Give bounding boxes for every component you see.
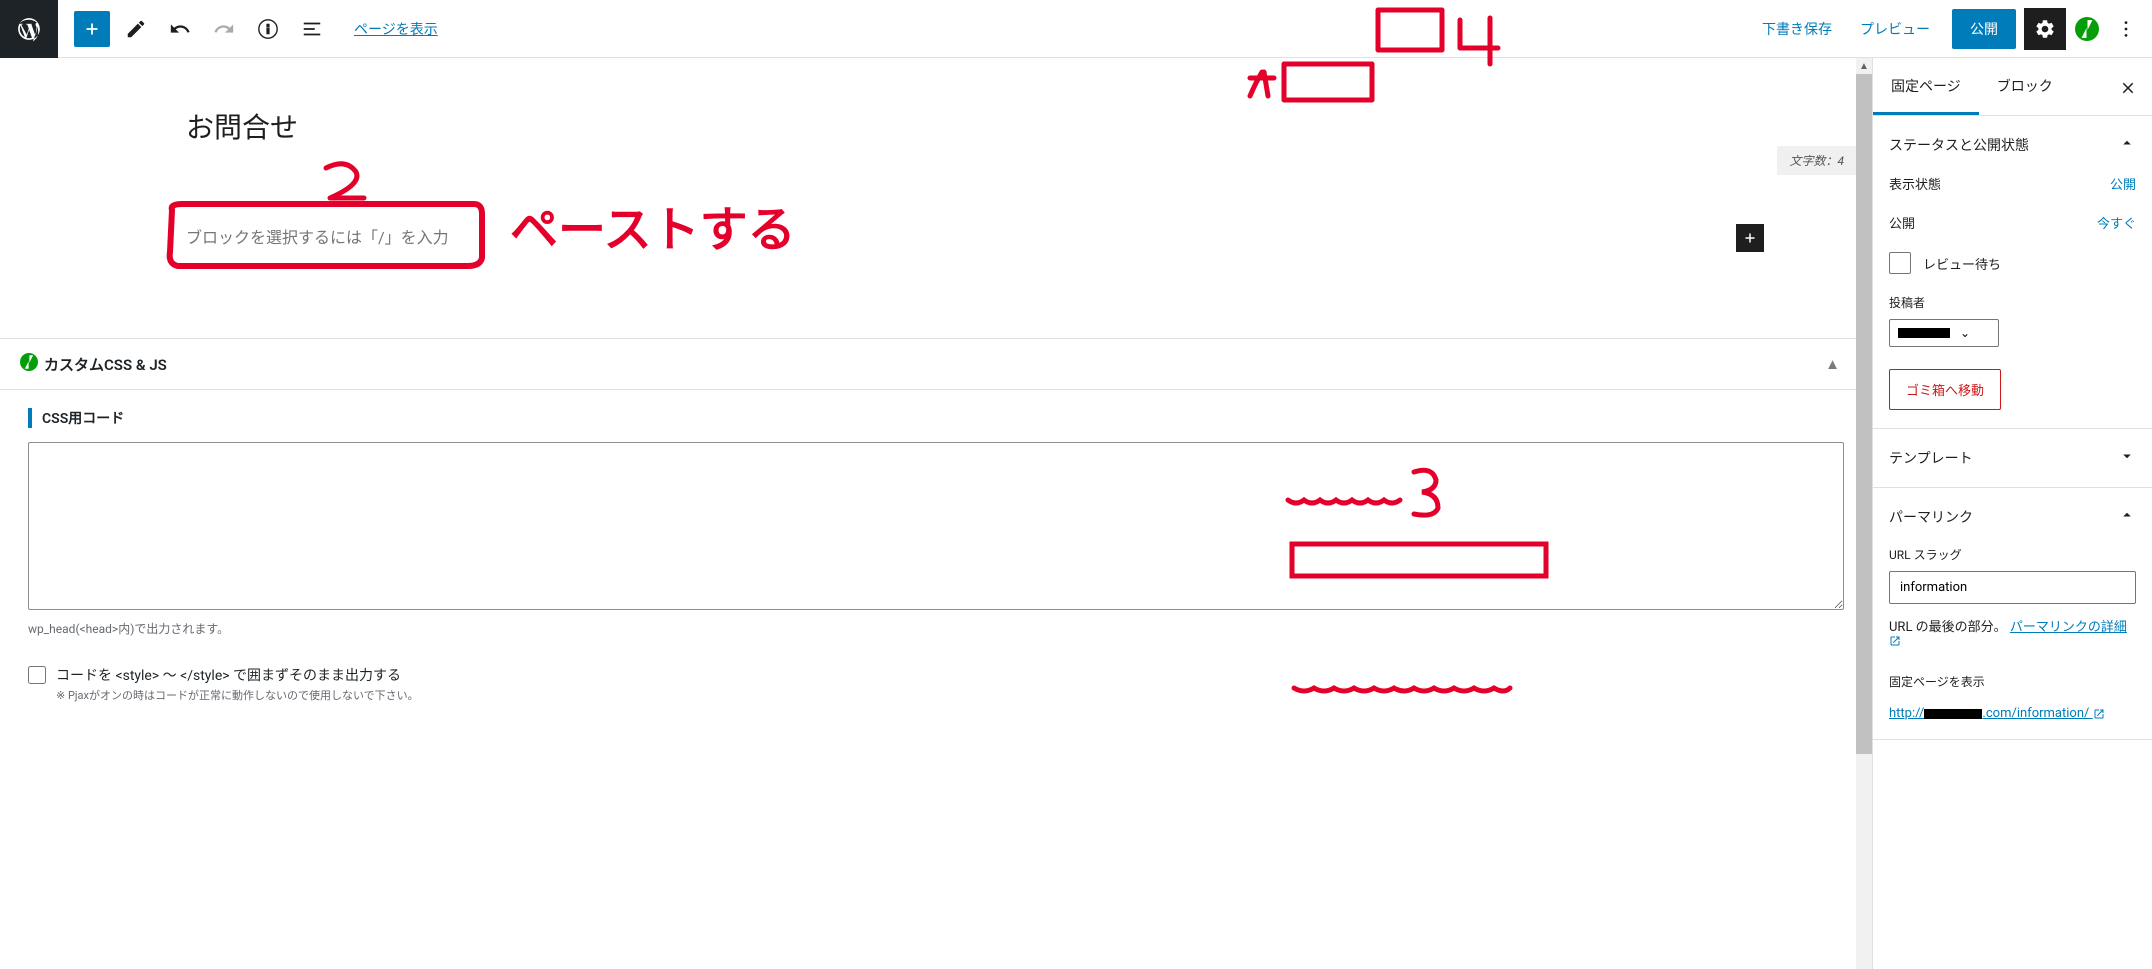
raw-output-note: ※ Pjaxがオンの時はコードが正常に動作しないので使用しないで下さい。	[56, 687, 419, 703]
css-code-label: CSS用コード	[28, 408, 1844, 428]
permalink-panel-body: URL スラッグ URL の最後の部分。 パーマリンクの詳細 固定ページを表示 …	[1873, 546, 2152, 739]
publish-value[interactable]: 今すぐ	[2097, 213, 2136, 232]
info-button[interactable]	[250, 11, 286, 47]
external-link-icon	[1889, 636, 1901, 651]
publish-button[interactable]: 公開	[1952, 9, 2016, 49]
visibility-label: 表示状態	[1889, 174, 1941, 193]
word-count-badge: 文字数：4	[1777, 146, 1856, 175]
add-block-inline-button[interactable]	[1736, 224, 1764, 252]
author-name-redacted	[1898, 328, 1950, 338]
tab-page[interactable]: 固定ページ	[1873, 58, 1979, 115]
view-page-label: 固定ページを表示	[1889, 673, 2136, 690]
sidebar-close-button[interactable]	[2114, 74, 2142, 102]
chevron-down-icon	[2118, 447, 2136, 469]
view-page-link[interactable]: ページを表示	[354, 19, 438, 39]
permalink-panel-header[interactable]: パーマリンク	[1873, 488, 2152, 546]
main-area: 文字数：4 お問合せ ブロックを選択するには「/」を入力 カスタムCSS & J…	[0, 58, 2152, 969]
permalink-url[interactable]: http://.com/information/	[1889, 706, 2136, 721]
slug-help-text: URL の最後の部分。	[1889, 620, 2010, 635]
undo-button[interactable]	[162, 11, 198, 47]
url-slug-input[interactable]	[1889, 571, 2136, 604]
more-options-button[interactable]	[2108, 8, 2144, 50]
pending-review-label: レビュー待ち	[1923, 254, 2001, 273]
metabox-title: カスタムCSS & JS	[44, 354, 167, 375]
template-panel: テンプレート	[1873, 429, 2152, 488]
visibility-value[interactable]: 公開	[2110, 174, 2136, 193]
metabox-header[interactable]: カスタムCSS & JS ▲	[0, 339, 1872, 390]
wordpress-logo[interactable]	[0, 0, 58, 58]
chevron-up-icon	[2118, 506, 2136, 528]
status-panel-title: ステータスと公開状態	[1889, 135, 2029, 155]
settings-button[interactable]	[2024, 8, 2066, 50]
author-select[interactable]: ⌄	[1889, 319, 1999, 347]
metabox-collapse-icon[interactable]: ▲	[1825, 355, 1840, 373]
toolbar-right: 下書き保存 プレビュー 公開	[1748, 8, 2144, 50]
author-label: 投稿者	[1889, 294, 2136, 311]
jetpack-icon	[20, 353, 38, 375]
status-panel-header[interactable]: ステータスと公開状態	[1873, 116, 2152, 174]
raw-output-checkbox[interactable]	[28, 666, 46, 684]
editor-scrollbar[interactable]: ▲	[1856, 58, 1872, 969]
metabox-body: CSS用コード wp_head(<head>内)で出力されます。 コードを <s…	[0, 390, 1872, 721]
visibility-row: 表示状態 公開	[1889, 174, 2136, 193]
edit-mode-button[interactable]	[118, 11, 154, 47]
redo-button[interactable]	[206, 11, 242, 47]
tab-block[interactable]: ブロック	[1979, 58, 2071, 115]
toolbar-left: ページを表示	[58, 11, 438, 47]
block-placeholder{text-align:left;}placeholder-text: ブロックを選択するには「/」を入力	[186, 214, 1086, 258]
top-toolbar: ページを表示 下書き保存 プレビュー 公開	[0, 0, 2152, 58]
page-title[interactable]: お問合せ	[186, 106, 1086, 146]
url-slug-label: URL スラッグ	[1889, 546, 2136, 563]
editor-content: お問合せ ブロックを選択するには「/」を入力	[186, 58, 1086, 258]
raw-output-label: コードを <style> ～ </style> で囲まずそのまま出力する	[56, 665, 419, 685]
chevron-up-icon	[2118, 134, 2136, 156]
permalink-panel: パーマリンク URL スラッグ URL の最後の部分。 パーマリンクの詳細 固定…	[1873, 488, 2152, 740]
move-to-trash-button[interactable]: ゴミ箱へ移動	[1889, 369, 2001, 410]
permalink-panel-title: パーマリンク	[1889, 507, 1973, 527]
add-block-button[interactable]	[74, 11, 110, 47]
template-panel-header[interactable]: テンプレート	[1873, 429, 2152, 487]
publish-row: 公開 今すぐ	[1889, 213, 2136, 232]
sidebar-tabs: 固定ページ ブロック	[1873, 58, 2152, 116]
status-panel: ステータスと公開状態 表示状態 公開 公開 今すぐ レビュー待ち 投	[1873, 116, 2152, 429]
slug-help-row: URL の最後の部分。 パーマリンクの詳細	[1889, 616, 2136, 651]
css-code-textarea[interactable]	[28, 442, 1844, 610]
pending-review-checkbox[interactable]	[1889, 252, 1911, 274]
raw-output-row: コードを <style> ～ </style> で囲まずそのまま出力する ※ P…	[28, 665, 1844, 703]
publish-label: 公開	[1889, 213, 1915, 232]
settings-sidebar: 固定ページ ブロック ステータスと公開状態 表示状態 公開 公開	[1872, 58, 2152, 969]
custom-css-js-metabox: カスタムCSS & JS ▲ CSS用コード wp_head(<head>内)で…	[0, 338, 1872, 721]
pending-review-row[interactable]: レビュー待ち	[1889, 252, 2136, 274]
chevron-down-icon: ⌄	[1960, 326, 1970, 340]
editor-column: 文字数：4 お問合せ ブロックを選択するには「/」を入力 カスタムCSS & J…	[0, 58, 1872, 969]
block-insert-area[interactable]: ブロックを選択するには「/」を入力	[186, 214, 1086, 258]
save-draft-button[interactable]: 下書き保存	[1748, 9, 1846, 49]
status-panel-body: 表示状態 公開 公開 今すぐ レビュー待ち 投稿者 ⌄ ゴミ箱へ移動	[1873, 174, 2152, 428]
preview-button[interactable]: プレビュー	[1846, 9, 1944, 49]
jetpack-button[interactable]	[2066, 8, 2108, 50]
css-help-text: wp_head(<head>内)で出力されます。	[28, 620, 1844, 637]
permalink-docs-link[interactable]: パーマリンクの詳細	[2010, 620, 2127, 635]
template-panel-title: テンプレート	[1889, 448, 1973, 468]
outline-button[interactable]	[294, 11, 330, 47]
